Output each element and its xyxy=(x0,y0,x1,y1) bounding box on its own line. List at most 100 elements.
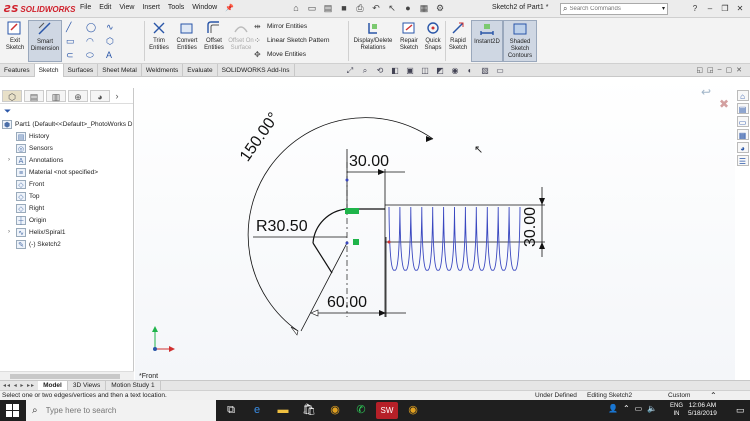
save-icon[interactable]: ■ xyxy=(338,2,350,14)
tray-chevron-up-icon[interactable]: ⌃ xyxy=(623,404,630,413)
store-icon[interactable]: 🛍 xyxy=(298,402,320,419)
taskbar-search-box[interactable]: ⌕ xyxy=(26,400,216,421)
tab-evaluate[interactable]: Evaluate xyxy=(183,64,218,77)
options-gear-icon[interactable]: ⚙ xyxy=(434,2,446,14)
view-settings-icon[interactable]: ▭ xyxy=(495,66,505,76)
tab-features[interactable]: Features xyxy=(0,64,35,77)
help-icon[interactable]: ? xyxy=(689,3,701,15)
repair-sketch-button[interactable]: Repair Sketch xyxy=(397,20,421,62)
text-tool-icon[interactable]: A xyxy=(106,49,126,61)
tab-sheet-metal[interactable]: Sheet Metal xyxy=(98,64,142,77)
minimize-icon[interactable]: – xyxy=(704,3,716,15)
viewport-tile-icon[interactable]: ◲ xyxy=(707,66,714,74)
print-icon[interactable]: ⎙ xyxy=(354,2,366,14)
tab-sketch[interactable]: Sketch xyxy=(34,64,64,77)
solidworks-resources-icon[interactable]: ⌂ xyxy=(736,90,749,101)
menu-edit[interactable]: Edit xyxy=(99,4,111,12)
menu-file[interactable]: File xyxy=(80,4,91,12)
move-entities-button[interactable]: ✥ Move Entities xyxy=(254,49,330,60)
undo-icon[interactable]: ↶ xyxy=(370,2,382,14)
menu-window[interactable]: Window xyxy=(192,4,217,12)
pane-expand-icon[interactable]: › xyxy=(112,90,122,102)
chevron-down-icon[interactable]: ▾ xyxy=(662,5,665,12)
display-delete-relations-button[interactable]: Display/Delete Relations xyxy=(350,20,396,62)
line-tool-icon[interactable]: ╱ xyxy=(66,21,86,33)
chrome-icon[interactable]: ◉ xyxy=(324,402,346,419)
arc-tool-icon[interactable]: ◠ xyxy=(86,35,106,47)
tree-item[interactable]: ◇ Front xyxy=(2,178,133,190)
slot-tool-icon[interactable]: ⊂ xyxy=(66,49,86,61)
task-view-icon[interactable]: ⧉ xyxy=(220,402,242,419)
configuration-manager-icon[interactable]: ▥ xyxy=(46,90,66,102)
shaded-sketch-contours-button[interactable]: Shaded Sketch Contours xyxy=(503,20,537,62)
restore-icon[interactable]: ❐ xyxy=(719,3,731,15)
tab-3d-views[interactable]: 3D Views xyxy=(68,380,107,391)
filter-icon[interactable]: ⏷ xyxy=(0,104,133,118)
tree-item[interactable]: ┼ Origin xyxy=(2,214,133,226)
tree-item[interactable]: ◇ Right xyxy=(2,202,133,214)
tree-item[interactable]: ▤ History xyxy=(2,130,133,142)
tree-item[interactable]: › ∿ Helix/Spiral1 xyxy=(2,226,133,238)
convert-entities-button[interactable]: Convert Entities xyxy=(174,20,200,62)
solidworks-taskbar-icon[interactable]: SW xyxy=(376,402,398,419)
rapid-sketch-button[interactable]: Rapid Sketch xyxy=(446,20,470,62)
file-explorer-taskbar-icon[interactable]: ▬ xyxy=(272,402,294,419)
display-style-icon[interactable]: ◩ xyxy=(435,66,445,76)
tree-root-part[interactable]: ⬢ Part1 (Default<<Default>_PhotoWorks D xyxy=(2,118,133,130)
tab-surfaces[interactable]: Surfaces xyxy=(64,64,99,77)
edge-browser-icon[interactable]: e xyxy=(246,402,268,419)
edit-appearance-icon[interactable]: ◐ xyxy=(465,66,475,76)
zoom-to-fit-icon[interactable]: ⤢ xyxy=(345,66,355,76)
ellipse-tool-icon[interactable]: ⬭ xyxy=(86,49,106,61)
spline-tool-icon[interactable]: ∿ xyxy=(106,21,126,33)
menu-tools[interactable]: Tools xyxy=(168,4,184,12)
menu-view[interactable]: View xyxy=(119,4,134,12)
select-arrow-icon[interactable]: ↖ xyxy=(386,2,398,14)
taskbar-search-input[interactable] xyxy=(45,406,196,415)
exit-sketch-button[interactable]: Exit Sketch xyxy=(2,20,28,62)
display-manager-icon[interactable]: ◕ xyxy=(90,90,110,102)
viewport-close-icon[interactable]: ✕ xyxy=(736,66,742,74)
tree-item[interactable]: › A Annotations xyxy=(2,154,133,166)
pin-icon[interactable]: 📌 xyxy=(225,4,234,12)
open-folder-icon[interactable]: ▤ xyxy=(322,2,334,14)
hide-show-items-icon[interactable]: ◉ xyxy=(450,66,460,76)
trim-entities-button[interactable]: Trim Entities xyxy=(146,20,172,62)
appearances-icon[interactable]: ◕ xyxy=(736,142,749,153)
apply-scene-icon[interactable]: ▧ xyxy=(480,66,490,76)
tree-expand-icon[interactable]: › xyxy=(8,229,16,235)
tree-expand-icon[interactable]: › xyxy=(8,157,16,163)
chrome-second-icon[interactable]: ◉ xyxy=(402,402,424,419)
graphics-area[interactable]: 150.00° 30.00 R30.50 60.00 30.00 ↖ ↩ ✖ *… xyxy=(135,77,735,380)
property-manager-icon[interactable]: ▤ xyxy=(24,90,44,102)
confirm-cancel-icon[interactable]: ✖ xyxy=(719,97,729,111)
tab-motion-study-1[interactable]: Motion Study 1 xyxy=(106,380,161,391)
smart-dimension-button[interactable]: Smart Dimension xyxy=(28,20,62,62)
linear-sketch-pattern-button[interactable]: ⁘ Linear Sketch Pattern xyxy=(254,35,330,46)
taskbar-clock[interactable]: 12:06 AM 5/18/2019 xyxy=(688,402,717,418)
tab-weldments[interactable]: Weldments xyxy=(142,64,184,77)
search-commands-box[interactable]: ⌕ ▾ xyxy=(560,3,668,15)
search-commands-input[interactable] xyxy=(569,6,650,12)
design-library-icon[interactable]: ▤ xyxy=(736,103,749,114)
confirm-accept-icon[interactable]: ↩ xyxy=(701,85,711,99)
viewport-restore-icon[interactable]: ◱ xyxy=(696,66,703,74)
dynamic-annotation-icon[interactable]: ▣ xyxy=(405,66,415,76)
viewport-maximize-icon[interactable]: ▢ xyxy=(726,66,733,74)
polygon-tool-icon[interactable]: ⬡ xyxy=(106,35,126,47)
viewport-minimize-icon[interactable]: – xyxy=(718,66,722,74)
right-dimension-value[interactable]: 30.00 xyxy=(522,207,540,247)
tree-item[interactable]: ≡ Material <not specified> xyxy=(2,166,133,178)
windows-start-icon[interactable] xyxy=(6,404,19,417)
previous-view-icon[interactable]: ⟲ xyxy=(375,66,385,76)
tab-scroll-arrows-icon[interactable]: ◂◂ ◂ ▸ ▸▸ xyxy=(3,382,35,389)
tree-item[interactable]: ◎ Sensors xyxy=(2,142,133,154)
mirror-entities-button[interactable]: ⇹ Mirror Entities xyxy=(254,21,330,32)
tab-model[interactable]: Model xyxy=(38,380,68,391)
tree-item[interactable]: ✎ (-) Sketch2 xyxy=(2,238,133,250)
new-document-icon[interactable]: ▭ xyxy=(306,2,318,14)
bottom-dimension-value[interactable]: 60.00 xyxy=(327,294,367,312)
close-icon[interactable]: ✕ xyxy=(734,3,746,15)
quick-snaps-button[interactable]: Quick Snaps xyxy=(422,20,444,62)
offset-on-surface-button[interactable]: Offset On Surface xyxy=(228,20,254,62)
